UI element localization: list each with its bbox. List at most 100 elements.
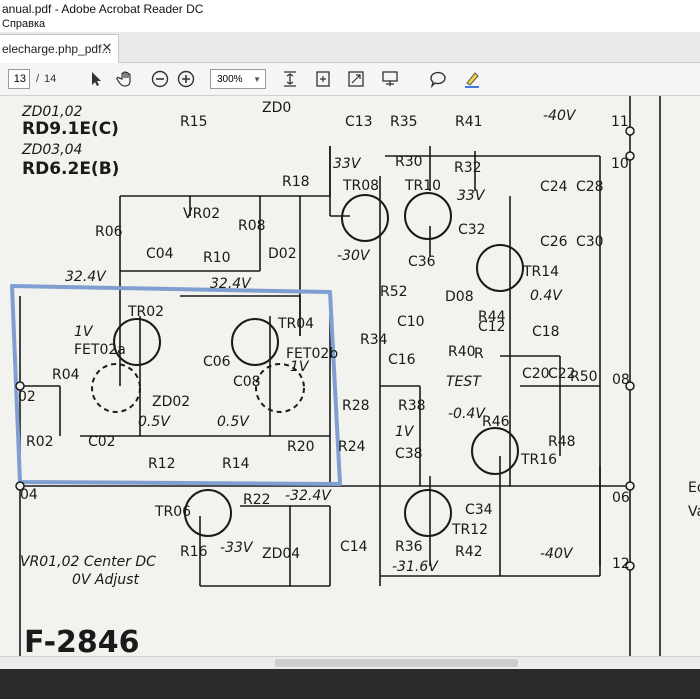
label-r15: R15 [180, 114, 208, 130]
horizontal-scrollbar[interactable] [0, 656, 700, 669]
label-test: TEST [446, 374, 482, 390]
label-324v-a: 32.4V [65, 269, 107, 285]
label-c32: C32 [458, 222, 486, 238]
label-fet02b: FET02b [286, 346, 338, 362]
window-title: anual.pdf - Adobe Acrobat Reader DC [2, 2, 204, 16]
scrollbar-thumb[interactable] [275, 659, 518, 667]
page-number-input[interactable]: 13 [8, 69, 30, 89]
zoom-value: 300% [217, 74, 243, 85]
label-minus33v: -33V [220, 540, 254, 556]
label-33v-a: 33V [333, 156, 362, 172]
tab-bar: elecharge.php_pdf... ✕ [0, 32, 700, 63]
label-tr04: TR04 [277, 316, 314, 332]
label-c28: C28 [576, 179, 604, 195]
label-tr16: TR16 [520, 452, 557, 468]
document-tab[interactable]: elecharge.php_pdf... ✕ [0, 34, 119, 63]
label-minus04v: -0.4V [448, 406, 486, 422]
label-r20: R20 [287, 439, 315, 455]
label-r38: R38 [398, 398, 426, 414]
label-05v-a: 0.5V [138, 414, 171, 430]
pdf-document-view[interactable]: ZD01,02 RD9.1E(C) ZD03,04 RD6.2E(B) -40V… [0, 96, 700, 656]
label-d02: D02 [268, 246, 297, 262]
rotate-view-icon[interactable] [313, 69, 333, 89]
select-arrow-icon[interactable] [86, 69, 106, 89]
note-0v-adjust: 0V Adjust [72, 572, 139, 588]
fit-page-icon[interactable] [280, 69, 300, 89]
label-r16: R16 [180, 544, 208, 560]
label-zd01-02: ZD01,02 [21, 104, 83, 120]
node-08: 08 [612, 372, 630, 388]
label-c34: C34 [465, 502, 493, 518]
label-r32: R32 [454, 160, 482, 176]
menu-bar: Справка [0, 18, 700, 32]
label-324v-b: 32.4V [210, 276, 252, 292]
label-c26: C26 [540, 234, 568, 250]
label-r08: R08 [238, 218, 266, 234]
label-zd02: ZD02 [152, 394, 190, 410]
label-tr14: TR14 [522, 264, 559, 280]
label-fet02a: FET02a [74, 342, 126, 358]
label-c04: C04 [146, 246, 174, 262]
label-r48: R48 [548, 434, 576, 450]
label-vr02: VR02 [183, 206, 220, 222]
label-d08: D08 [445, 289, 474, 305]
label-minus316v: -31.6V [392, 559, 439, 575]
close-icon[interactable]: ✕ [100, 40, 114, 56]
label-rd62e: RD6.2E(B) [22, 159, 119, 179]
label-c38: C38 [395, 446, 423, 462]
label-ed: Ed [688, 480, 700, 496]
label-r04: R04 [52, 367, 80, 383]
label-c16: C16 [388, 352, 416, 368]
label-c36: C36 [408, 254, 436, 270]
hand-tool-icon[interactable] [116, 69, 136, 89]
label-c14: C14 [340, 539, 368, 555]
menu-help[interactable]: Справка [2, 18, 45, 30]
node-04: 04 [20, 487, 38, 503]
label-c10: C10 [397, 314, 425, 330]
label-c02: C02 [88, 434, 116, 450]
label-r40: R40 [448, 344, 476, 360]
label-c20: C20 [522, 366, 550, 382]
node-06: 06 [612, 490, 630, 506]
label-c24: C24 [540, 179, 568, 195]
note-vr-center: VR01,02 Center DC [20, 554, 156, 570]
comment-icon[interactable] [428, 69, 448, 89]
window-title-bar: anual.pdf - Adobe Acrobat Reader DC [0, 0, 700, 18]
label-c22: C22 [548, 366, 576, 382]
toolbar: 13 / 14 300% ▼ [0, 63, 700, 96]
label-r22: R22 [243, 492, 271, 508]
circuit-schematic: ZD01,02 RD9.1E(C) ZD03,04 RD6.2E(B) -40V… [10, 96, 700, 656]
label-c12: C12 [478, 319, 506, 335]
zoom-in-icon[interactable] [176, 69, 196, 89]
label-c30: C30 [576, 234, 604, 250]
label-r06: R06 [95, 224, 123, 240]
label-33v-b: 33V [457, 188, 486, 204]
label-r24: R24 [338, 439, 366, 455]
label-r10: R10 [203, 250, 231, 266]
zoom-out-icon[interactable] [150, 69, 170, 89]
tab-label: elecharge.php_pdf... [2, 42, 112, 56]
label-r35: R35 [390, 114, 418, 130]
label-rd91e: RD9.1E(C) [22, 119, 119, 139]
label-zd04: ZD04 [262, 546, 300, 562]
label-r34: R34 [360, 332, 388, 348]
page-separator: / [36, 73, 40, 85]
label-r52: R52 [380, 284, 408, 300]
label-1v-a: 1V [74, 324, 94, 340]
read-mode-icon[interactable] [380, 69, 400, 89]
node-02: 02 [18, 389, 36, 405]
label-c08: C08 [233, 374, 261, 390]
label-tr06: TR06 [154, 504, 191, 520]
label-minus30v: -30V [337, 248, 371, 264]
desktop-background [0, 669, 700, 699]
zoom-select[interactable]: 300% ▼ [210, 69, 266, 89]
label-c18: C18 [532, 324, 560, 340]
label-r12: R12 [148, 456, 176, 472]
highlight-pen-icon[interactable] [462, 69, 482, 89]
label-r02: R02 [26, 434, 54, 450]
label-r36: R36 [395, 539, 423, 555]
label-zd0: ZD0 [262, 100, 291, 116]
label-r28: R28 [342, 398, 370, 414]
node-11: 11 [611, 114, 629, 130]
full-screen-icon[interactable] [346, 69, 366, 89]
